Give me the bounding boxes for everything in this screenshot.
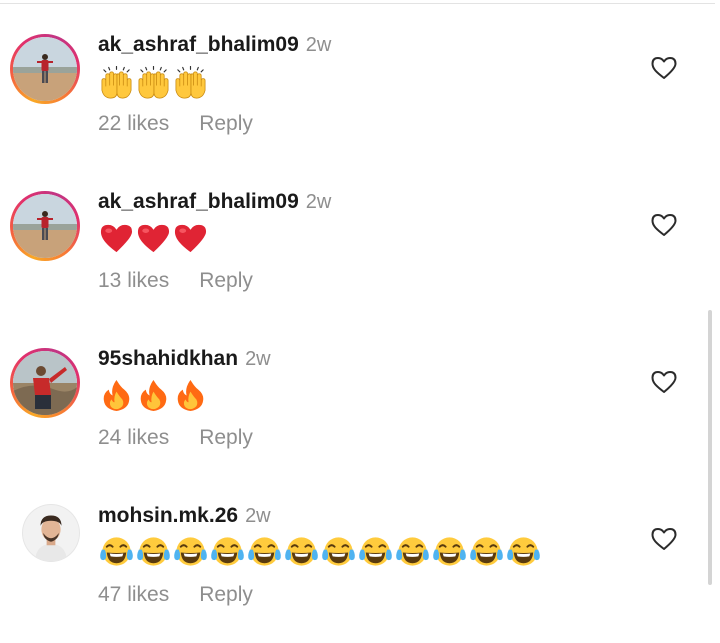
- person-red-shirt-pointing-avatar: [13, 351, 77, 415]
- comment-time: 2w: [305, 34, 332, 56]
- comment-item: ak_ashraf_bhalim09 2w 13 likes Reply: [0, 157, 720, 307]
- raising-hands-icon: [173, 66, 208, 101]
- tears-of-joy-icon: [99, 535, 134, 570]
- username[interactable]: 95shahidkhan 2w: [98, 347, 271, 371]
- red-heart-icon: [99, 221, 134, 256]
- comment-time: 2w: [305, 191, 332, 213]
- likes-count[interactable]: 22 likes: [98, 112, 169, 135]
- tears-of-joy-icon: [469, 535, 504, 570]
- tears-of-joy-icon: [506, 535, 541, 570]
- username[interactable]: ak_ashraf_bhalim09 2w: [98, 33, 331, 57]
- heart-outline-icon: [651, 56, 677, 80]
- fire-icon: [136, 378, 171, 413]
- red-heart-icon: [136, 221, 171, 256]
- tears-of-joy-icon: [173, 535, 208, 570]
- tears-of-joy-icon: [432, 535, 467, 570]
- reply-button[interactable]: Reply: [199, 269, 253, 292]
- username[interactable]: mohsin.mk.26 2w: [98, 504, 271, 528]
- reply-button[interactable]: Reply: [199, 426, 253, 449]
- red-heart-icon: [173, 221, 208, 256]
- person-standing-outdoors-avatar: [13, 194, 77, 258]
- like-button[interactable]: [651, 213, 677, 237]
- avatar[interactable]: [10, 191, 80, 261]
- likes-count[interactable]: 24 likes: [98, 426, 169, 449]
- like-button[interactable]: [651, 370, 677, 394]
- comment-meta: 13 likes Reply: [98, 269, 253, 293]
- comment-time: 2w: [245, 348, 271, 370]
- like-button[interactable]: [651, 56, 677, 80]
- avatar[interactable]: [22, 504, 80, 562]
- heart-outline-icon: [651, 370, 677, 394]
- comment-meta: 22 likes Reply: [98, 112, 253, 136]
- man-portrait-avatar: [23, 505, 79, 561]
- raising-hands-icon: [136, 66, 171, 101]
- tears-of-joy-icon: [321, 535, 356, 570]
- tears-of-joy-icon: [210, 535, 245, 570]
- comment-text: [99, 66, 208, 102]
- tears-of-joy-icon: [358, 535, 393, 570]
- avatar[interactable]: [10, 34, 80, 104]
- likes-count[interactable]: 13 likes: [98, 269, 169, 292]
- comment-text: [99, 535, 541, 571]
- comment-item: 95shahidkhan 2w 24 likes Reply: [0, 314, 720, 464]
- person-standing-outdoors-avatar: [13, 37, 77, 101]
- comment-item: mohsin.mk.26 2w 47 likes Reply: [0, 471, 720, 621]
- comment-meta: 47 likes Reply: [98, 583, 253, 607]
- tears-of-joy-icon: [136, 535, 171, 570]
- tears-of-joy-icon: [395, 535, 430, 570]
- raising-hands-icon: [99, 66, 134, 101]
- like-button[interactable]: [651, 527, 677, 551]
- reply-button[interactable]: Reply: [199, 583, 253, 606]
- avatar[interactable]: [10, 348, 80, 418]
- likes-count[interactable]: 47 likes: [98, 583, 169, 606]
- tears-of-joy-icon: [247, 535, 282, 570]
- comment-text: [99, 221, 208, 257]
- heart-outline-icon: [651, 527, 677, 551]
- comment-time: 2w: [245, 505, 271, 527]
- heart-outline-icon: [651, 213, 677, 237]
- fire-icon: [173, 378, 208, 413]
- username[interactable]: ak_ashraf_bhalim09 2w: [98, 190, 331, 214]
- tears-of-joy-icon: [284, 535, 319, 570]
- comment-text: [99, 378, 208, 414]
- fire-icon: [99, 378, 134, 413]
- comment-meta: 24 likes Reply: [98, 426, 253, 450]
- comment-item: ak_ashraf_bhalim09 2w 22 likes Reply: [0, 0, 720, 150]
- reply-button[interactable]: Reply: [199, 112, 253, 135]
